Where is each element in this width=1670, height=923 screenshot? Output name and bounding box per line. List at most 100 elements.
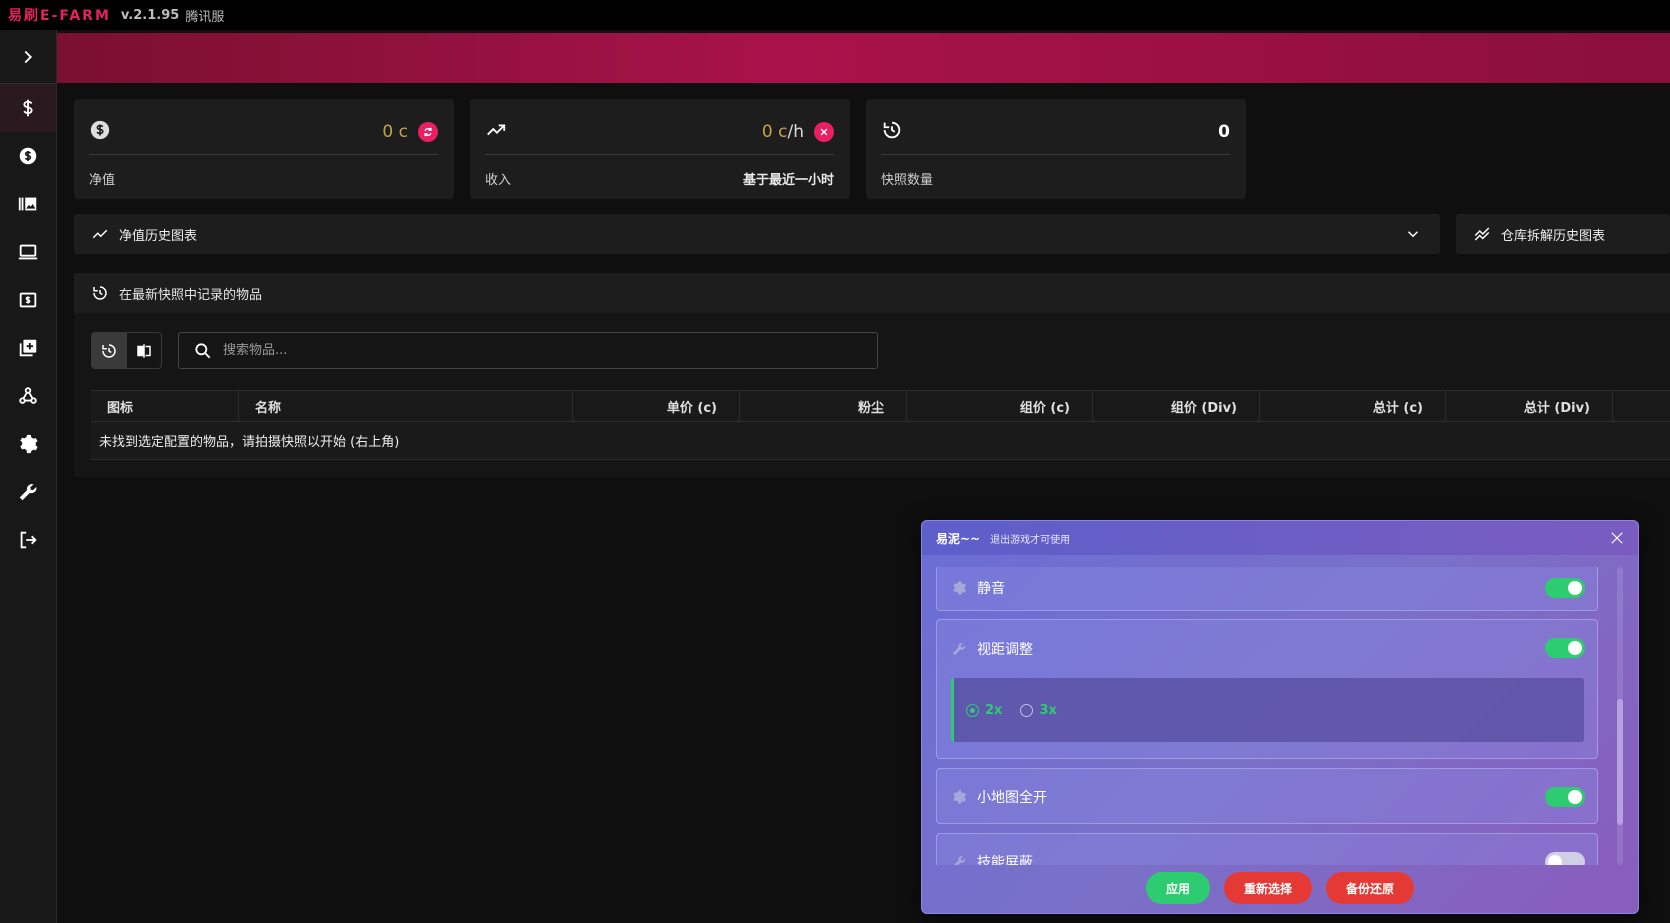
search-input[interactable] [223, 343, 823, 358]
clear-income-button[interactable] [814, 121, 834, 142]
income-label: 收入 [485, 173, 512, 188]
reselect-button[interactable]: 重新选择 [1223, 872, 1312, 904]
refresh-button[interactable] [418, 121, 438, 142]
multi-line-chart-icon [1474, 227, 1490, 241]
col-unit-price[interactable]: 单价 (c) [573, 391, 740, 421]
history-icon [102, 343, 116, 358]
col-total-div[interactable]: 总计 (Div) [1446, 391, 1613, 421]
search-box [178, 332, 878, 369]
dialog-scrollbar-thumb[interactable] [1617, 699, 1623, 825]
view-toggle-group [91, 332, 162, 369]
sidebar-item-networth[interactable] [0, 84, 56, 132]
networth-card: 0 c 净值 [74, 99, 454, 199]
mod-dialog: 易泥~~ 退出游戏才可使用 静音 视距调整 2x 3x 小地图全开 技能屏蔽 应… [921, 520, 1639, 914]
dialog-footer: 应用 重新选择 备份还原 [922, 863, 1638, 913]
items-table: 图标 名称 单价 (c) 粉尘 组价 (c) 组价 (Div) 总计 (c) 总… [91, 390, 1670, 460]
title-bar: 易刷E-FARM v.2.1.95 腾讯服 [0, 0, 1670, 30]
sidebar-item-currency[interactable] [0, 132, 56, 180]
add-box-icon [19, 339, 37, 357]
line-chart-icon [92, 229, 108, 239]
zoom-3x-label: 3x [1039, 702, 1057, 718]
income-card: 0 c/h 收入 基于最近一小时 [470, 99, 850, 199]
col-total-c[interactable]: 总计 (c) [1260, 391, 1446, 421]
warehouse-chart-panel[interactable]: 仓库拆解历史图表 [1456, 214, 1670, 254]
sidebar-item-logout[interactable] [0, 516, 56, 564]
zoom-2x-label: 2x [985, 702, 1003, 718]
dollar-icon [23, 99, 33, 117]
option-label: 静音 [977, 581, 1005, 597]
income-value: 0 [761, 121, 773, 142]
header-banner [57, 33, 1670, 83]
zoom-3x-radio[interactable]: 3x [1020, 702, 1057, 718]
networth-unit: c [398, 121, 408, 142]
gallery-icon [18, 197, 37, 211]
webhook-icon [19, 387, 37, 404]
networth-value: 0 [382, 121, 394, 142]
sidebar [0, 30, 57, 923]
latest-snapshot-toggle[interactable] [92, 333, 127, 368]
option-minimap: 小地图全开 [936, 768, 1598, 824]
chevron-right-icon [24, 50, 33, 63]
logout-icon [20, 531, 37, 549]
close-icon [1611, 532, 1623, 544]
sidebar-item-library[interactable] [0, 180, 56, 228]
networth-label: 净值 [89, 173, 116, 188]
sidebar-item-tools[interactable] [0, 468, 56, 516]
items-panel-title: 在最新快照中记录的物品 [119, 287, 263, 303]
price-tag-icon [19, 292, 37, 308]
dialog-header: 易泥~~ 退出游戏才可使用 [922, 521, 1638, 555]
table-empty-message: 未找到选定配置的物品，请拍摄快照以开始 (右上角) [91, 422, 1670, 460]
minimap-switch[interactable] [1545, 787, 1585, 807]
wrench-icon [953, 643, 966, 655]
col-name[interactable]: 名称 [239, 391, 573, 421]
col-icon[interactable]: 图标 [91, 391, 239, 421]
sidebar-item-add[interactable] [0, 324, 56, 372]
dialog-subtitle: 退出游戏才可使用 [990, 534, 1071, 546]
col-stack-price-div[interactable]: 组价 (Div) [1093, 391, 1260, 421]
gear-icon [20, 434, 38, 454]
snapshot-count: 0 [1218, 121, 1230, 142]
refresh-icon [424, 127, 432, 136]
zoom-2x-radio[interactable]: 2x [966, 703, 1002, 718]
dialog-close-button[interactable] [1608, 529, 1626, 547]
apply-button[interactable]: 应用 [1145, 872, 1210, 904]
sidebar-item-computer[interactable] [0, 228, 56, 276]
option-label: 视距调整 [977, 642, 1033, 658]
option-label: 小地图全开 [977, 790, 1047, 806]
server-name: 腾讯服 [185, 9, 225, 25]
option-skill-block: 技能屏蔽 [936, 833, 1598, 865]
wrench-icon [19, 483, 37, 501]
coin-icon [89, 119, 111, 145]
backup-restore-button[interactable]: 备份还原 [1326, 872, 1415, 904]
dialog-title: 易泥~~ [936, 531, 981, 546]
sidebar-item-webhook[interactable] [0, 372, 56, 420]
mute-switch[interactable] [1545, 578, 1585, 598]
dialog-options-list: 静音 视距调整 2x 3x 小地图全开 技能屏蔽 [936, 567, 1614, 865]
col-stack-price-c[interactable]: 组价 (c) [907, 391, 1093, 421]
view-distance-switch[interactable] [1545, 638, 1585, 658]
snapshot-label: 快照数量 [881, 173, 934, 188]
sidebar-expand-button[interactable] [0, 30, 56, 84]
col-dust[interactable]: 粉尘 [740, 391, 907, 421]
snapshot-card: 0 快照数量 [866, 99, 1246, 199]
close-icon [820, 128, 828, 135]
zoom-radio-group: 2x 3x [951, 678, 1584, 742]
laptop-icon [18, 244, 38, 260]
search-icon [195, 342, 211, 358]
option-mute: 静音 [936, 567, 1598, 611]
gear-icon [953, 790, 966, 804]
warehouse-chart-title: 仓库拆解历史图表 [1501, 228, 1606, 244]
sidebar-item-settings[interactable] [0, 420, 56, 468]
income-basis: 基于最近一小时 [742, 173, 834, 188]
coin-icon [19, 147, 37, 165]
networth-chart-panel[interactable]: 净值历史图表 [74, 214, 1440, 254]
trending-up-icon [485, 119, 507, 145]
compare-toggle[interactable] [127, 333, 162, 368]
app-version: v.2.1.95 [120, 7, 180, 23]
option-view-distance: 视距调整 2x 3x [936, 619, 1598, 759]
income-suffix: /h [787, 121, 804, 142]
app-brand: 易刷E-FARM [8, 8, 111, 24]
networth-chart-title: 净值历史图表 [119, 228, 198, 244]
gear-icon [953, 581, 966, 595]
sidebar-item-price[interactable] [0, 276, 56, 324]
